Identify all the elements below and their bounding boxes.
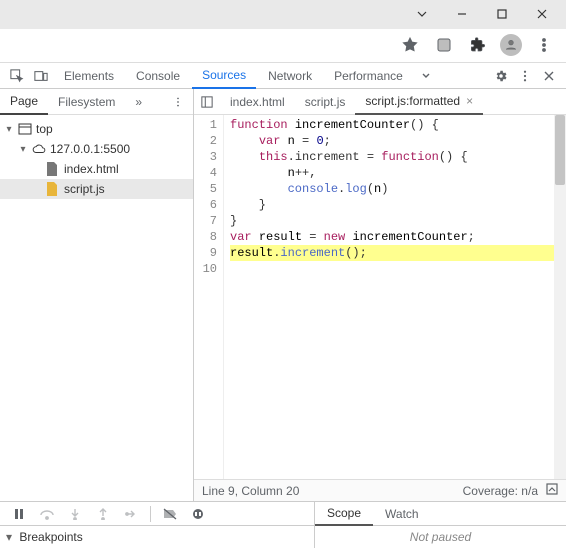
cursor-position: Line 9, Column 20 bbox=[202, 484, 299, 498]
devtools-settings-gear-icon[interactable] bbox=[490, 65, 512, 87]
disclosure-triangle-icon[interactable]: ▾ bbox=[6, 530, 12, 544]
window-minimize-button[interactable] bbox=[442, 0, 482, 28]
tree-file-label: index.html bbox=[64, 162, 119, 176]
window-close-button[interactable] bbox=[522, 0, 562, 28]
editor-statusbar: Line 9, Column 20 Coverage: n/a bbox=[194, 479, 566, 501]
not-paused-message: Not paused bbox=[410, 530, 471, 544]
browser-menu-kebab-icon[interactable] bbox=[532, 33, 556, 57]
step-into-icon[interactable] bbox=[66, 505, 84, 523]
disclosure-triangle-icon[interactable]: ▾ bbox=[18, 144, 28, 155]
bookmark-star-icon[interactable] bbox=[398, 33, 422, 57]
tab-network[interactable]: Network bbox=[258, 63, 322, 89]
code-content: function incrementCounter() { var n = 0;… bbox=[224, 115, 566, 479]
file-tab-script[interactable]: script.js bbox=[295, 89, 356, 115]
tab-sources[interactable]: Sources bbox=[192, 63, 256, 89]
extensions-puzzle-icon[interactable] bbox=[466, 33, 490, 57]
code-editor[interactable]: 12345678910 function incrementCounter() … bbox=[194, 115, 566, 479]
debugger-bottom: ▾ Breakpoints Not paused bbox=[0, 526, 566, 548]
tabs-dropdown-icon[interactable] bbox=[402, 0, 442, 28]
breakpoints-header[interactable]: ▾ Breakpoints bbox=[6, 530, 308, 544]
inspect-element-icon[interactable] bbox=[6, 65, 28, 87]
navigator-tab-page[interactable]: Page bbox=[0, 89, 48, 115]
pause-on-exceptions-icon[interactable] bbox=[189, 505, 207, 523]
statusbar-expand-icon[interactable] bbox=[546, 483, 558, 498]
file-tree: ▾ top ▾ 127.0.0.1:5500 bbox=[0, 115, 193, 203]
tab-watch[interactable]: Watch bbox=[373, 502, 431, 526]
file-icon bbox=[46, 162, 60, 176]
tab-performance[interactable]: Performance bbox=[324, 63, 413, 89]
deactivate-breakpoints-icon[interactable] bbox=[161, 505, 179, 523]
tab-elements[interactable]: Elements bbox=[54, 63, 124, 89]
device-toggle-icon[interactable] bbox=[30, 65, 52, 87]
profile-avatar[interactable] bbox=[500, 34, 522, 56]
close-tab-icon[interactable]: × bbox=[466, 94, 473, 108]
window-titlebar bbox=[0, 0, 566, 29]
editor-file-tabs: index.html script.js script.js:formatted… bbox=[194, 89, 566, 115]
devtools-close-icon[interactable] bbox=[538, 65, 560, 87]
tree-file-script[interactable]: script.js bbox=[0, 179, 193, 199]
js-file-icon bbox=[46, 182, 60, 196]
disclosure-triangle-icon[interactable]: ▾ bbox=[4, 124, 14, 135]
navigator-tabs: Page Filesystem » bbox=[0, 89, 193, 115]
more-tabs-chevron-icon[interactable] bbox=[415, 65, 437, 87]
devtools-tabstrip: Elements Console Sources Network Perform… bbox=[0, 63, 566, 89]
step-icon[interactable] bbox=[122, 505, 140, 523]
debugger-side-tabs: Scope Watch bbox=[315, 502, 566, 526]
step-over-icon[interactable] bbox=[38, 505, 56, 523]
tab-scope[interactable]: Scope bbox=[315, 502, 373, 526]
debugger-toolbar: Scope Watch bbox=[0, 502, 566, 526]
step-out-icon[interactable] bbox=[94, 505, 112, 523]
tree-file-label: script.js bbox=[64, 182, 105, 196]
tree-origin-label: 127.0.0.1:5500 bbox=[50, 142, 130, 156]
sources-navigator: Page Filesystem » ▾ top ▾ bbox=[0, 89, 194, 501]
navigator-tab-filesystem[interactable]: Filesystem bbox=[48, 89, 125, 115]
pause-resume-icon[interactable] bbox=[10, 505, 28, 523]
tree-root-top[interactable]: ▾ top bbox=[0, 119, 193, 139]
browser-toolbar bbox=[0, 29, 566, 63]
sources-editor-pane: index.html script.js script.js:formatted… bbox=[194, 89, 566, 501]
tree-root-label: top bbox=[36, 122, 53, 136]
tab-console[interactable]: Console bbox=[126, 63, 190, 89]
window-frame-icon bbox=[18, 122, 32, 136]
sources-panel: Page Filesystem » ▾ top ▾ bbox=[0, 89, 566, 502]
tree-origin[interactable]: ▾ 127.0.0.1:5500 bbox=[0, 139, 193, 159]
line-number-gutter: 12345678910 bbox=[194, 115, 224, 479]
coverage-status: Coverage: n/a bbox=[463, 484, 538, 498]
file-tabs-history-icon[interactable] bbox=[194, 89, 220, 115]
window-maximize-button[interactable] bbox=[482, 0, 522, 28]
scrollbar-thumb[interactable] bbox=[555, 115, 565, 185]
navigator-more-chevron-icon[interactable]: » bbox=[125, 89, 152, 115]
editor-scrollbar[interactable] bbox=[554, 115, 566, 479]
file-tab-script-formatted[interactable]: script.js:formatted × bbox=[355, 89, 483, 115]
navigator-menu-kebab-icon[interactable] bbox=[163, 89, 193, 115]
cloud-icon bbox=[32, 142, 46, 156]
extension-icon[interactable] bbox=[432, 33, 456, 57]
breakpoints-pane: ▾ Breakpoints bbox=[0, 526, 315, 548]
scope-pane: Not paused bbox=[315, 526, 566, 548]
file-tab-index[interactable]: index.html bbox=[220, 89, 295, 115]
tree-file-index[interactable]: index.html bbox=[0, 159, 193, 179]
devtools-menu-kebab-icon[interactable] bbox=[514, 65, 536, 87]
